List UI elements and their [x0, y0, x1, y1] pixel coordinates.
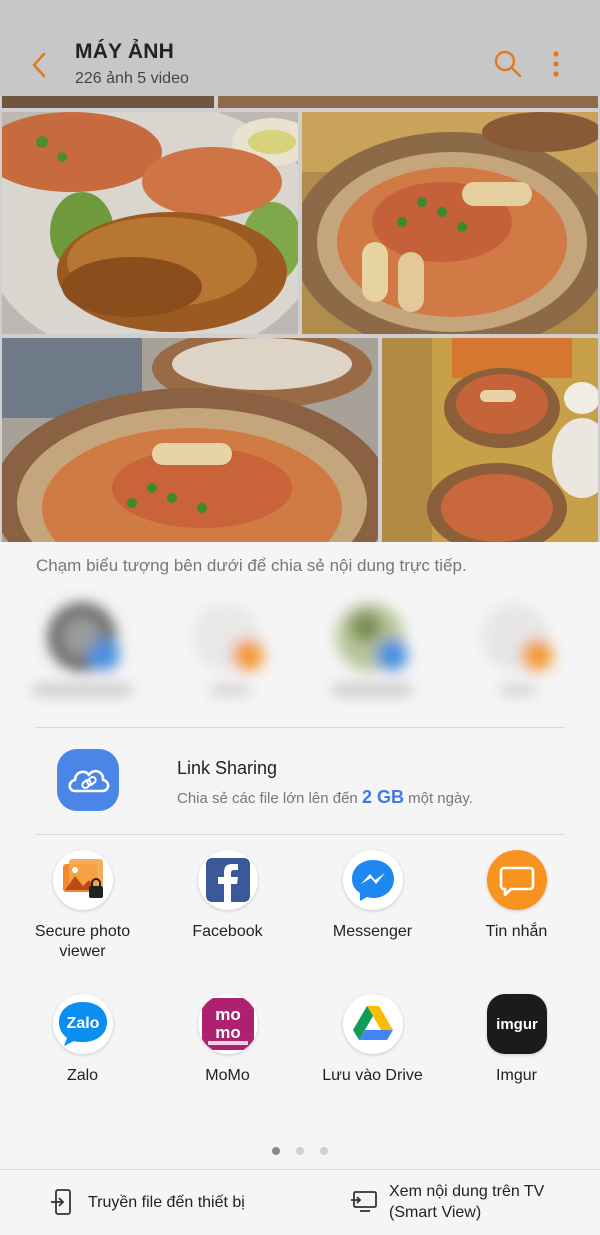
momo-icon: mo mo — [197, 994, 258, 1054]
photo-thumb[interactable] — [218, 96, 598, 108]
share-app-label: Tin nhắn — [485, 923, 548, 940]
messages-icon — [486, 850, 547, 910]
link-sharing-row[interactable]: Link Sharing Chia sẻ các file lớn lên đế… — [0, 728, 600, 834]
back-arrow-icon[interactable] — [26, 48, 56, 82]
imgur-icon: imgur — [486, 994, 547, 1054]
search-icon[interactable] — [492, 48, 524, 80]
smart-view-line1: Xem nội dung trên TV — [389, 1183, 545, 1200]
smart-view-button[interactable]: Xem nội dung trên TV (Smart View) — [300, 1170, 600, 1235]
messenger-icon — [342, 850, 403, 910]
share-app-zalo[interactable]: Zalo Zalo — [10, 994, 155, 1086]
facebook-icon — [197, 850, 258, 910]
page-dot[interactable] — [272, 1147, 280, 1155]
share-bottom-bar: Truyền file đến thiết bị Xem nội dung tr… — [0, 1169, 600, 1235]
photo-thumb[interactable] — [2, 112, 298, 334]
divider — [35, 834, 565, 835]
link-sharing-desc-text: Chia sẻ các file lớn lên đến — [177, 790, 362, 807]
photo-thumb[interactable] — [302, 112, 598, 334]
secure-photo-icon — [52, 850, 113, 910]
more-vert-icon[interactable] — [545, 48, 567, 80]
share-app-label: Imgur — [496, 1067, 537, 1084]
cloud-link-icon — [57, 749, 119, 811]
share-app-label: Zalo — [66, 1067, 99, 1084]
app-bar: MÁY ẢNH 226 ảnh 5 video — [0, 0, 600, 96]
page-indicator — [0, 1142, 600, 1155]
link-sharing-desc: Chia sẻ các file lớn lên đến 2 GB một ng… — [177, 787, 473, 808]
direct-share-contacts — [0, 587, 600, 717]
link-sharing-size: 2 GB — [361, 787, 404, 807]
share-sheet: Chạm biểu tượng bên dưới để chia sẻ nội … — [0, 542, 600, 1235]
zalo-icon: Zalo — [52, 994, 113, 1054]
photo-thumb[interactable] — [2, 96, 214, 108]
svg-text:mo: mo — [215, 1005, 241, 1024]
share-app-label: MoMo — [205, 1067, 250, 1084]
share-app-messenger[interactable]: Messenger — [300, 850, 445, 942]
smart-view-label: Xem nội dung trên TV (Smart View) — [389, 1181, 544, 1223]
photo-grid — [0, 96, 600, 542]
share-app-messages[interactable]: Tin nhắn — [444, 850, 589, 942]
page-dot[interactable] — [296, 1147, 304, 1155]
share-app-imgur[interactable]: imgur Imgur — [444, 994, 589, 1086]
transfer-file-label: Truyền file đến thiết bị — [88, 1194, 245, 1211]
svg-text:mo: mo — [215, 1023, 241, 1042]
album-count: 226 ảnh 5 video — [75, 70, 189, 87]
photo-thumb[interactable] — [382, 338, 598, 542]
album-title: MÁY ẢNH — [75, 40, 175, 63]
share-app-label: Facebook — [192, 923, 263, 940]
page-dot[interactable] — [320, 1147, 328, 1155]
share-app-label: Messenger — [332, 923, 413, 940]
link-sharing-title: Link Sharing — [177, 758, 278, 778]
direct-share-hint: Chạm biểu tượng bên dưới để chia sẻ nội … — [36, 556, 467, 575]
svg-text:imgur: imgur — [496, 1016, 538, 1033]
svg-text:Zalo: Zalo — [66, 1015, 99, 1032]
share-app-facebook[interactable]: Facebook — [155, 850, 300, 942]
drive-icon — [342, 994, 403, 1054]
transfer-file-button[interactable]: Truyền file đến thiết bị — [0, 1170, 300, 1235]
smart-view-icon — [351, 1191, 377, 1212]
share-app-secure-photo-viewer[interactable]: Secure photo viewer — [10, 850, 155, 962]
link-sharing-desc-suffix: một ngày. — [403, 790, 473, 807]
share-app-momo[interactable]: mo mo MoMo — [155, 994, 300, 1086]
smart-view-line2: (Smart View) — [389, 1204, 482, 1221]
photo-thumb[interactable] — [2, 338, 378, 542]
share-app-label: Secure photo viewer — [34, 923, 131, 960]
share-app-drive[interactable]: Lưu vào Drive — [300, 994, 445, 1086]
direct-share-avatars — [32, 603, 553, 695]
share-app-label: Lưu vào Drive — [322, 1067, 423, 1084]
transfer-file-icon — [51, 1189, 71, 1215]
